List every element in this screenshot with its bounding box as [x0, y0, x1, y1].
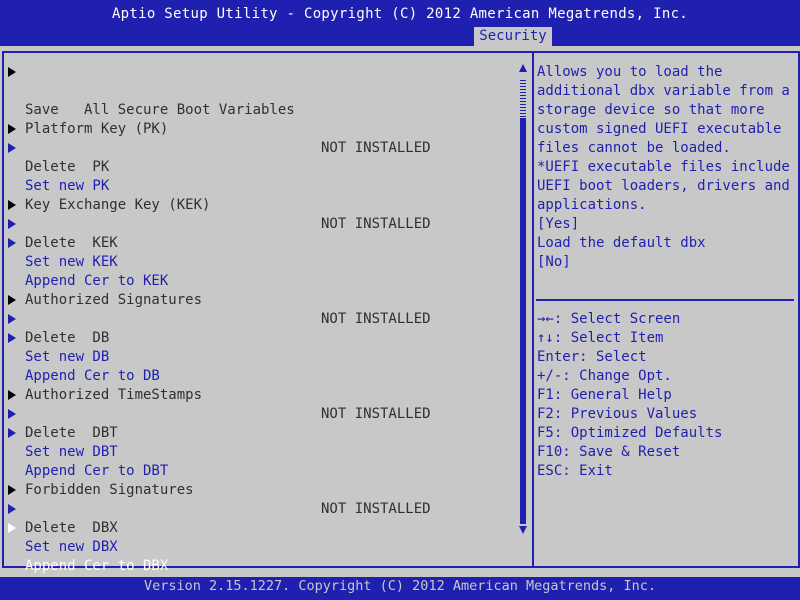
dbt-status-row: Authorized TimeStamps NOT INSTALLED — [0, 367, 500, 422]
submenu-arrow-icon — [8, 314, 16, 324]
key-hint: F1: General Help — [537, 387, 672, 403]
append-db-item[interactable]: Append Cer to DB — [0, 329, 500, 384]
key-hint: F10: Save & Reset — [537, 444, 681, 460]
delete-dbx-item[interactable]: Delete DBX — [0, 481, 500, 536]
key-hint: →←: Select Screen — [537, 311, 681, 327]
help-line: Load the default dbx — [537, 235, 706, 251]
app-title: Aptio Setup Utility - Copyright (C) 2012… — [111, 6, 689, 22]
help-line: files cannot be loaded. — [537, 140, 731, 156]
scroll-thumb[interactable] — [520, 118, 526, 524]
append-dbx-label: Append Cer to DBX — [25, 558, 169, 574]
submenu-arrow-icon — [8, 428, 16, 438]
dbx-status-row: Forbidden Signatures NOT INSTALLED — [0, 462, 500, 517]
set-new-kek-item[interactable]: Set new KEK — [0, 215, 500, 270]
help-line: Allows you to load the — [537, 64, 723, 80]
set-new-db-label: Set new DB — [25, 349, 110, 365]
kek-status-row: Key Exchange Key (KEK) NOT INSTALLED — [0, 177, 500, 232]
help-line: storage device so that more — [537, 102, 765, 118]
append-dbx-item-selected[interactable]: Append Cer to DBX — [0, 519, 500, 574]
set-new-dbx-label: Set new DBX — [25, 539, 118, 555]
panel-divider — [532, 53, 534, 566]
submenu-arrow-icon — [8, 67, 16, 77]
help-line: additional dbx variable from a — [537, 83, 790, 99]
version-footer: Version 2.15.1227. Copyright (C) 2012 Am… — [143, 578, 657, 594]
key-hint: F2: Previous Values — [537, 406, 698, 422]
help-line: [Yes] — [537, 216, 580, 232]
submenu-arrow-icon — [8, 295, 16, 305]
help-line: applications. — [537, 197, 647, 213]
submenu-arrow-icon — [8, 523, 16, 533]
help-line: [No] — [537, 254, 571, 270]
submenu-arrow-icon — [8, 409, 16, 419]
key-hint: F5: Optimized Defaults — [537, 425, 723, 441]
set-new-kek-label: Set new KEK — [25, 254, 118, 270]
set-new-dbx-item[interactable]: Set new DBX — [0, 500, 500, 555]
submenu-arrow-icon — [8, 219, 16, 229]
help-divider — [536, 299, 794, 301]
scroll-down-icon[interactable] — [519, 526, 527, 534]
help-line: custom signed UEFI executable — [537, 121, 782, 137]
scroll-up-icon[interactable] — [519, 64, 527, 72]
db-status-row: Authorized Signatures NOT INSTALLED — [0, 272, 500, 327]
key-hint: Enter: Select — [537, 349, 647, 365]
title-bar: Aptio Setup Utility - Copyright (C) 2012… — [0, 0, 800, 46]
submenu-arrow-icon — [8, 238, 16, 248]
key-hint: +/-: Change Opt. — [537, 368, 672, 384]
help-line: UEFI boot loaders, drivers and — [537, 178, 790, 194]
key-hint: ↑↓: Select Item — [537, 330, 664, 346]
submenu-arrow-icon — [8, 485, 16, 495]
pk-status-row: Platform Key (PK) NOT INSTALLED — [0, 101, 500, 156]
submenu-arrow-icon — [8, 143, 16, 153]
submenu-arrow-icon — [8, 333, 16, 343]
set-new-dbt-label: Set new DBT — [25, 444, 118, 460]
delete-kek-item[interactable]: Delete KEK — [0, 196, 500, 251]
append-dbt-item[interactable]: Append Cer to DBT — [0, 424, 500, 479]
delete-pk-label: Delete PK — [25, 159, 110, 175]
set-new-dbt-item[interactable]: Set new DBT — [0, 405, 500, 460]
submenu-arrow-icon — [8, 200, 16, 210]
scrollbar[interactable] — [518, 64, 530, 538]
footer-bar: Version 2.15.1227. Copyright (C) 2012 Am… — [0, 577, 800, 600]
help-line: *UEFI executable files include — [537, 159, 790, 175]
append-kek-item[interactable]: Append Cer to KEK — [0, 234, 500, 289]
delete-dbt-item[interactable]: Delete DBT — [0, 386, 500, 441]
tab-security[interactable]: Security — [474, 27, 552, 46]
submenu-arrow-icon — [8, 390, 16, 400]
scroll-track-dotted — [520, 80, 526, 118]
key-hint: ESC: Exit — [537, 463, 613, 479]
set-new-db-item[interactable]: Set new DB — [0, 310, 500, 365]
submenu-arrow-icon — [8, 124, 16, 134]
delete-pk-item[interactable]: Delete PK — [0, 120, 500, 175]
save-all-item[interactable]: Save All Secure Boot Variables — [0, 63, 500, 118]
submenu-arrow-icon — [8, 504, 16, 514]
set-new-pk-item[interactable]: Set new PK — [0, 139, 500, 194]
delete-db-item[interactable]: Delete DB — [0, 291, 500, 346]
